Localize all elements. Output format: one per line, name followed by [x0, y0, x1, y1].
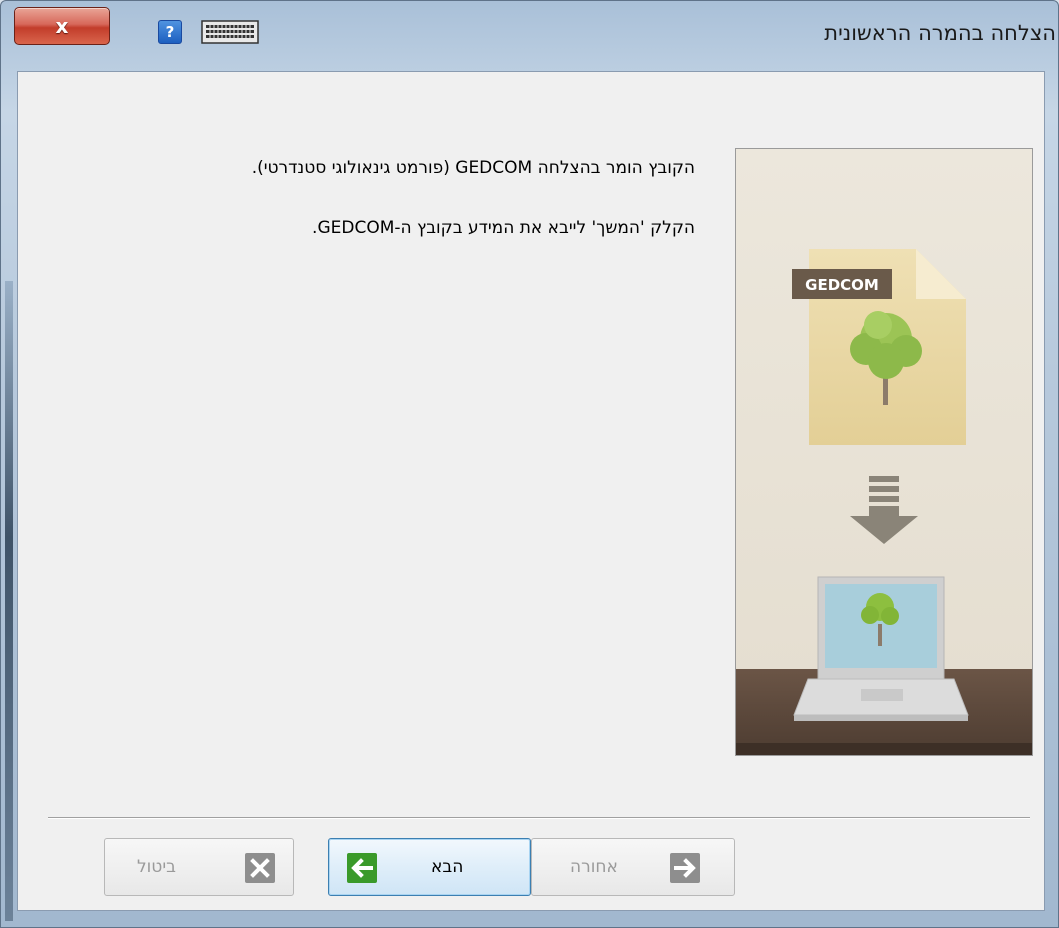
- laptop-icon: [793, 576, 969, 721]
- cancel-button[interactable]: ביטול: [104, 838, 294, 896]
- gedcom-file-icon: GEDCOM: [792, 249, 966, 445]
- arrow-right-icon: [670, 853, 700, 883]
- next-label: הבא: [431, 857, 464, 877]
- back-button[interactable]: אחורה: [531, 838, 735, 896]
- info-text-converted: הקובץ הומר בהצלחה GEDCOM (פורמט גינאולוג…: [251, 158, 695, 178]
- window-frame: x ? הצלחה בהמרה הראשונית הקובץ הומר בהצל…: [0, 0, 1059, 928]
- keyboard-icon[interactable]: [201, 20, 259, 44]
- help-icon[interactable]: ?: [158, 20, 182, 44]
- title-bar[interactable]: x ? הצלחה בהמרה הראשונית: [1, 1, 1059, 71]
- window-title: הצלחה בהמרה הראשונית: [824, 21, 1056, 45]
- back-label: אחורה: [570, 857, 618, 877]
- arrow-left-icon: [347, 853, 377, 883]
- cancel-label: ביטול: [137, 857, 176, 877]
- frame-edge: [5, 281, 13, 921]
- close-button[interactable]: x: [14, 7, 110, 45]
- dialog-body: הקובץ הומר בהצלחה GEDCOM (פורמט גינאולוג…: [17, 71, 1045, 911]
- close-icon: x: [55, 14, 69, 38]
- gedcom-import-illustration: GEDCOM: [735, 148, 1033, 756]
- cancel-x-icon: [245, 853, 275, 883]
- footer-separator: [48, 817, 1030, 819]
- next-button[interactable]: הבא: [328, 838, 531, 896]
- info-text-continue: הקלק 'המשך' לייבא את המידע בקובץ ה-GEDCO…: [312, 218, 695, 238]
- file-badge-label: GEDCOM: [805, 276, 879, 294]
